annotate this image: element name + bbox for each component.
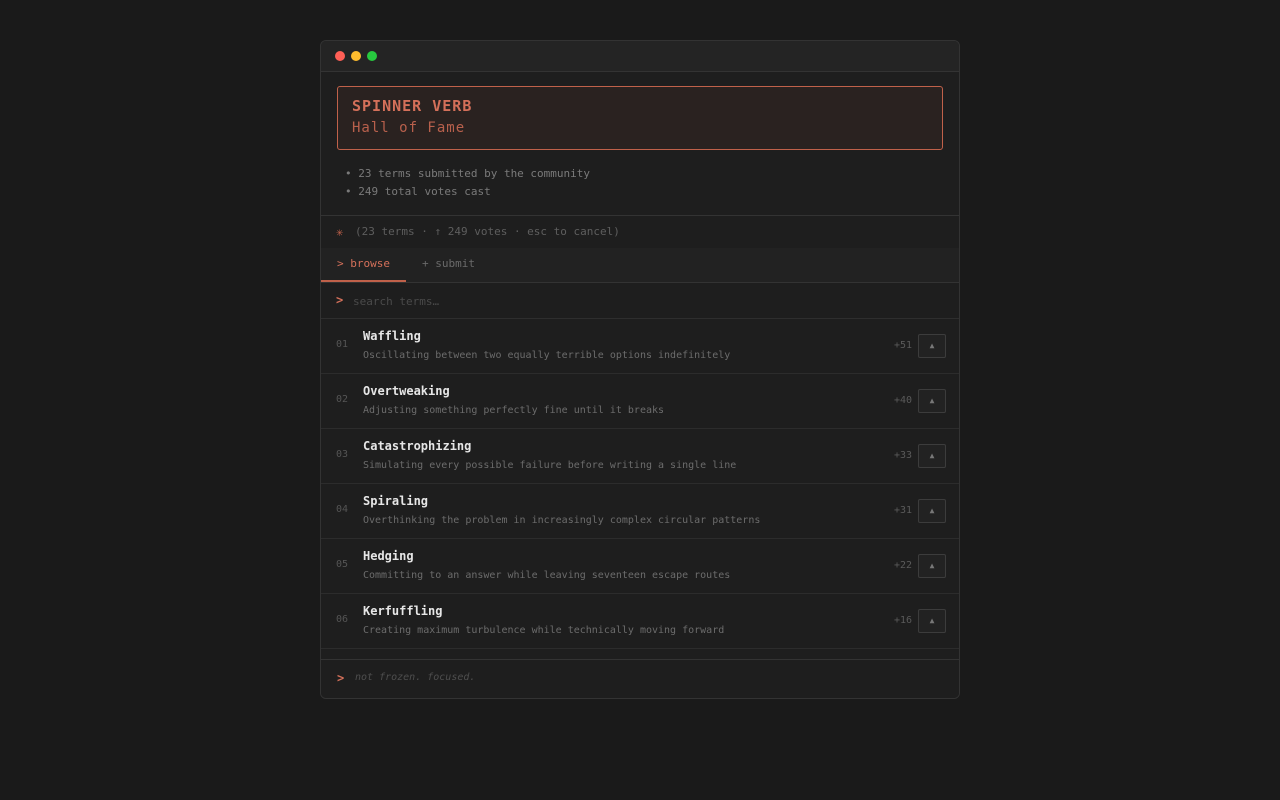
search-bar: > [321,283,959,319]
term-rank: 06 [336,614,349,625]
list-item: 01 Waffling Oscillating between two equa… [321,319,959,374]
stats-list: • 23 terms submitted by the community • … [345,165,590,201]
list-item: 04 Spiraling Overthinking the problem in… [321,484,959,539]
term-rank: 02 [336,394,349,405]
prompt-icon: > [337,671,345,685]
term-name: Kerfuffling [363,604,443,618]
vote-count: +31 [893,505,912,516]
term-rank: 05 [336,559,349,570]
page-subtitle: Hall of Fame [352,120,466,136]
title-bar [321,41,959,72]
tab-browse[interactable]: > browse [321,248,406,282]
term-definition: Simulating every possible failure before… [363,460,737,471]
list-item: 02 Overtweaking Adjusting something perf… [321,374,959,429]
term-name: Catastrophizing [363,439,472,453]
term-name: Overtweaking [363,384,450,398]
header-banner: SPINNER VERB Hall of Fame [337,86,943,150]
term-name: Waffling [363,329,421,343]
term-rank: 03 [336,449,349,460]
status-text: (23 terms · ↑ 249 votes · esc to cancel) [355,225,620,238]
page-title: SPINNER VERB [352,97,473,115]
minimize-window-button[interactable] [351,51,361,61]
term-definition: Oscillating between two equally terrible… [363,350,731,361]
vote-count: +22 [893,560,912,571]
upvote-button[interactable]: ▲ [918,609,946,633]
maximize-window-button[interactable] [367,51,377,61]
upvote-button[interactable]: ▲ [918,389,946,413]
terms-list: 01 Waffling Oscillating between two equa… [321,319,959,649]
prompt-icon: > [336,293,344,307]
vote-count: +33 [893,450,912,461]
list-item: 06 Kerfuffling Creating maximum turbulen… [321,594,959,649]
term-definition: Overthinking the problem in increasingly… [363,515,761,526]
tab-submit[interactable]: + submit [422,248,475,282]
footer: > not frozen. focused. [321,659,959,698]
upvote-button[interactable]: ▲ [918,554,946,578]
term-rank: 01 [336,339,349,350]
list-item: 03 Catastrophizing Simulating every poss… [321,429,959,484]
close-window-button[interactable] [335,51,345,61]
term-definition: Adjusting something perfectly fine until… [363,405,665,416]
vote-count: +51 [893,340,912,351]
term-definition: Committing to an answer while leaving se… [363,570,731,581]
term-definition: Creating maximum turbulence while techni… [363,625,725,636]
vote-count: +16 [893,615,912,626]
stat-terms-count: • 23 terms submitted by the community [345,167,591,180]
term-name: Hedging [363,549,414,563]
status-line: ✳ (23 terms · ↑ 249 votes · esc to cance… [321,215,959,249]
term-rank: 04 [336,504,349,515]
upvote-button[interactable]: ▲ [918,499,946,523]
stat-votes-count: • 249 total votes cast [345,185,491,198]
upvote-button[interactable]: ▲ [918,444,946,468]
spinner-icon: ✳ [336,225,344,239]
list-item: 05 Hedging Committing to an answer while… [321,539,959,594]
upvote-button[interactable]: ▲ [918,334,946,358]
app-window: SPINNER VERB Hall of Fame • 23 terms sub… [320,40,960,699]
vote-count: +40 [893,395,912,406]
footer-tagline: not frozen. focused. [355,672,476,683]
term-name: Spiraling [363,494,429,508]
search-input[interactable] [351,290,935,312]
tab-bar: > browse + submit [321,248,959,283]
